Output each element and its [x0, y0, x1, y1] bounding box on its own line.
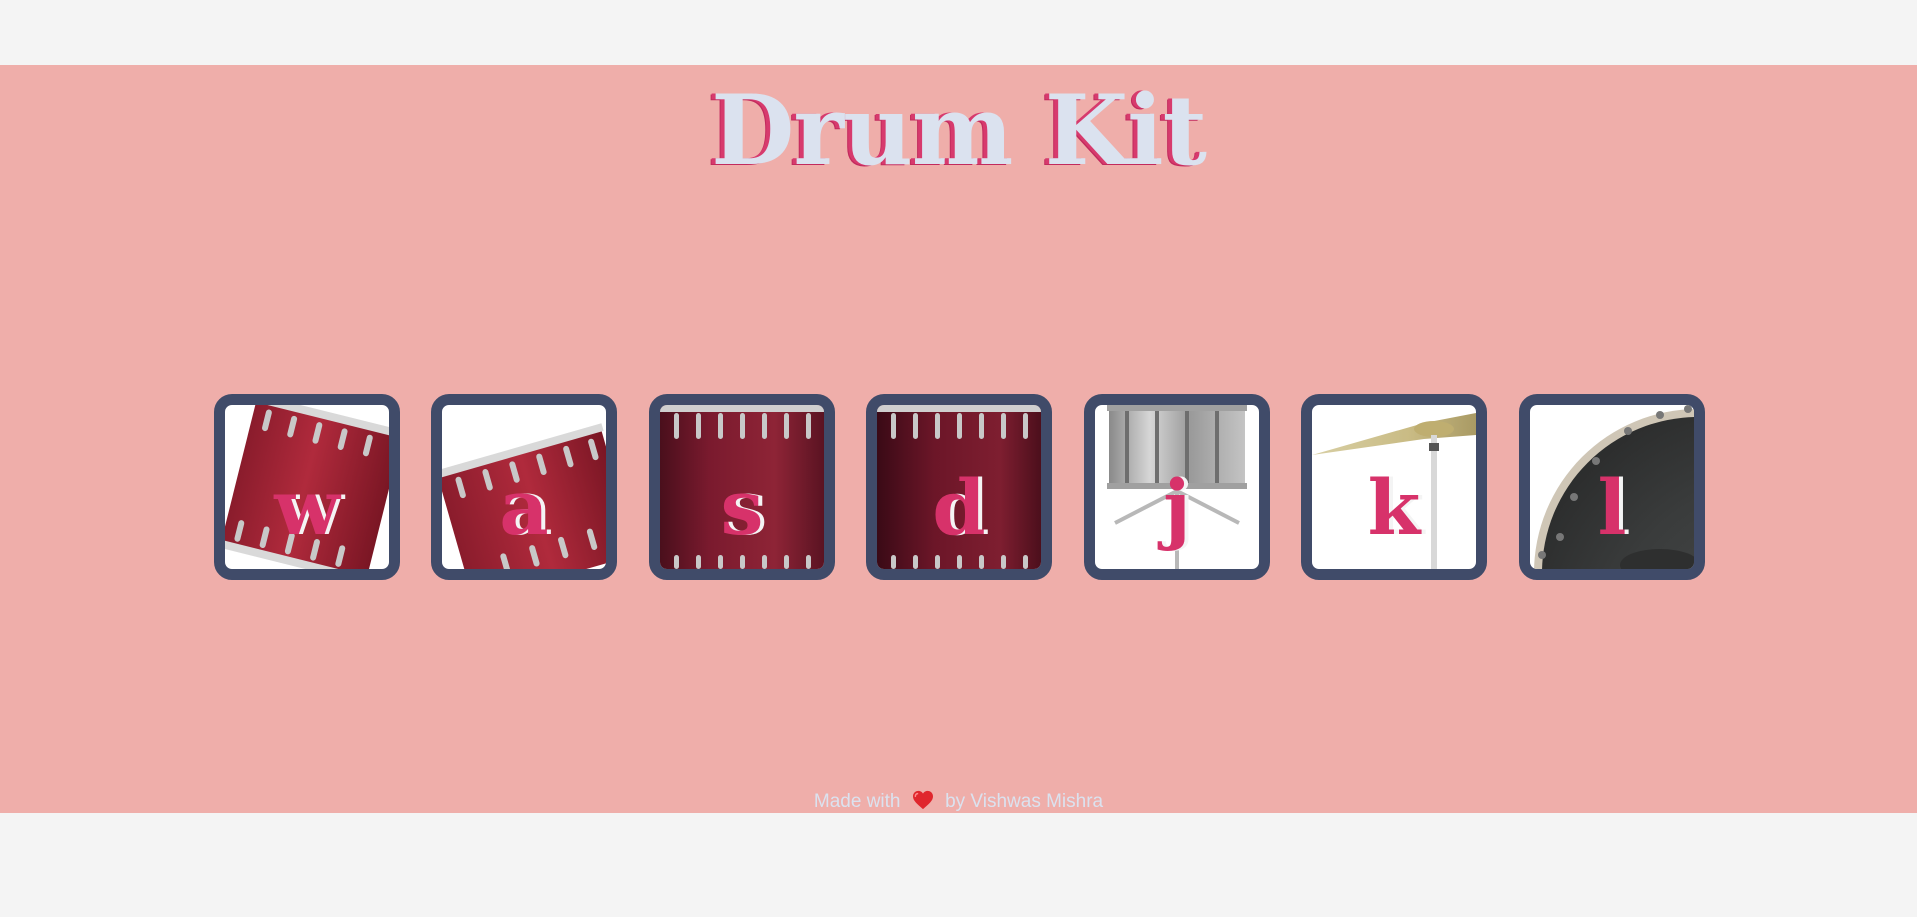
- footer-made-with: Made with: [813, 791, 901, 812]
- drum-button-a[interactable]: a: [431, 394, 617, 580]
- drum-set: w a s d j k l: [214, 394, 1706, 580]
- heart-icon: [912, 790, 933, 810]
- key-label: a: [499, 463, 549, 552]
- drum-button-j[interactable]: j: [1084, 394, 1270, 580]
- key-label: k: [1367, 463, 1421, 552]
- key-label: w: [274, 463, 340, 552]
- drum-button-l[interactable]: l: [1519, 394, 1705, 580]
- drum-button-d[interactable]: d: [866, 394, 1052, 580]
- drum-kit-container: Drum Kit w a s d j k l Made with by Vish…: [0, 65, 1917, 813]
- page-title: Drum Kit: [711, 74, 1207, 187]
- drum-button-w[interactable]: w: [214, 394, 400, 580]
- key-label: l: [1597, 463, 1627, 552]
- drum-button-s[interactable]: s: [649, 394, 835, 580]
- drum-button-k[interactable]: k: [1301, 394, 1487, 580]
- footer: Made with by Vishwas Mishra: [0, 790, 1917, 813]
- key-label: d: [932, 463, 986, 552]
- key-label: j: [1163, 463, 1191, 552]
- key-label: s: [720, 463, 764, 552]
- footer-author: by Vishwas Mishra: [945, 791, 1104, 812]
